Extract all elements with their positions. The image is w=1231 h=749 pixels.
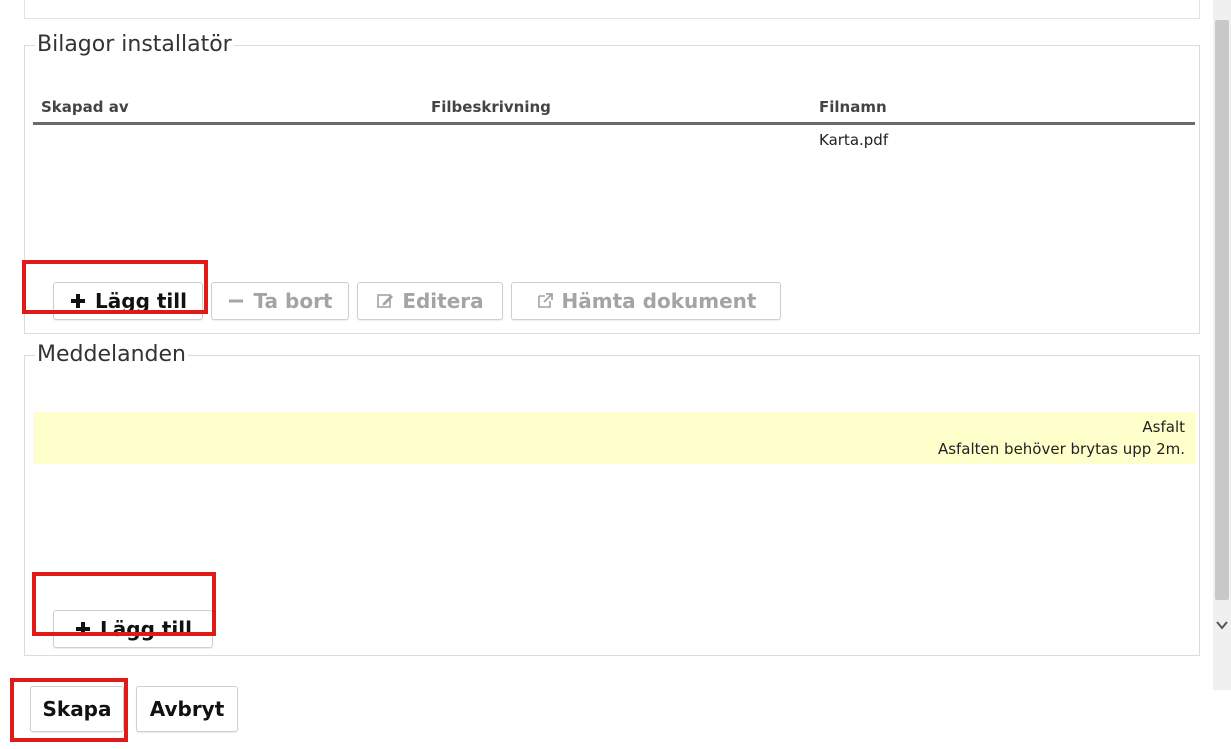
chevron-down-icon — [1215, 618, 1229, 632]
external-link-icon — [536, 292, 554, 310]
message-title: Asfalt — [1142, 418, 1185, 436]
plus-icon — [74, 620, 92, 638]
add-attachment-label: Lägg till — [95, 289, 187, 313]
message-text: Asfalten behöver brytas upp 2m. — [937, 440, 1185, 458]
create-label: Skapa — [42, 697, 112, 721]
vertical-scrollbar[interactable] — [1213, 0, 1231, 690]
add-message-button[interactable]: Lägg till — [53, 610, 213, 648]
remove-attachment-label: Ta bort — [253, 289, 333, 313]
attachments-legend: Bilagor installatör — [37, 32, 232, 57]
download-document-label: Hämta dokument — [561, 289, 757, 313]
add-message-label: Lägg till — [100, 617, 192, 641]
message-item[interactable]: Asfalt Asfalten behöver brytas upp 2m. — [33, 412, 1195, 464]
messages-fieldset: Meddelanden Asfalt Asfalten behöver bryt… — [24, 342, 1200, 656]
table-row[interactable]: Karta.pdf — [33, 125, 1195, 155]
attachments-table: Skapad av Filbeskrivning Filnamn Karta.p… — [33, 92, 1195, 155]
cell-filename: Karta.pdf — [819, 131, 889, 149]
previous-section-edge — [24, 0, 1200, 19]
minus-icon — [227, 292, 245, 310]
edit-attachment-label: Editera — [402, 289, 484, 313]
cancel-label: Avbryt — [149, 697, 225, 721]
column-header-description[interactable]: Filbeskrivning — [431, 98, 551, 116]
add-attachment-button[interactable]: Lägg till — [53, 282, 203, 320]
edit-attachment-button[interactable]: Editera — [357, 282, 503, 320]
messages-legend: Meddelanden — [37, 342, 186, 367]
download-document-button[interactable]: Hämta dokument — [511, 282, 781, 320]
edit-icon — [376, 292, 394, 310]
attachments-table-header: Skapad av Filbeskrivning Filnamn — [33, 92, 1195, 125]
cancel-button[interactable]: Avbryt — [136, 686, 238, 732]
plus-icon — [69, 292, 87, 310]
column-header-filename[interactable]: Filnamn — [819, 98, 887, 116]
column-header-created-by[interactable]: Skapad av — [41, 98, 129, 116]
form-scroll-area: Bilagor installatör Skapad av Filbeskriv… — [0, 0, 1213, 660]
scrollbar-thumb[interactable] — [1215, 20, 1229, 600]
remove-attachment-button[interactable]: Ta bort — [211, 282, 349, 320]
attachments-fieldset: Bilagor installatör Skapad av Filbeskriv… — [24, 32, 1200, 334]
create-button[interactable]: Skapa — [30, 686, 124, 732]
